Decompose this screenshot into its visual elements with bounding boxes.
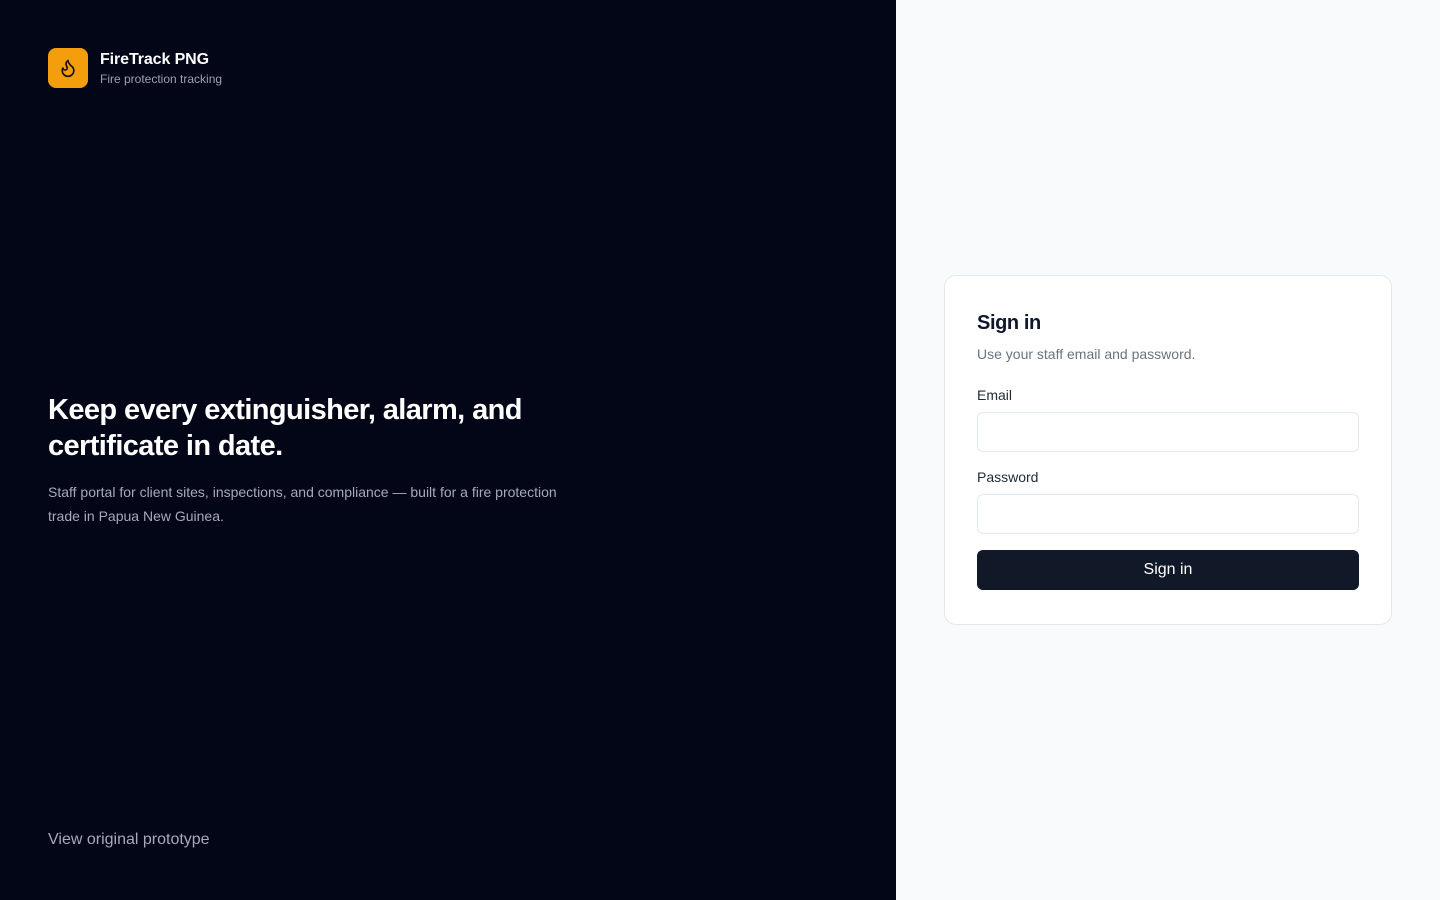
- email-field-group: Email: [977, 386, 1359, 452]
- email-label: Email: [977, 387, 1013, 403]
- hero-title: Keep every extinguisher, alarm, and cert…: [48, 394, 522, 462]
- brand-tagline: Fire protection tracking: [100, 72, 223, 86]
- password-field[interactable]: [977, 494, 1359, 534]
- brand-header: FireTrack PNG Fire protection tracking: [48, 48, 222, 88]
- sign-in-card: Sign in Use your staff email and passwor…: [944, 275, 1392, 625]
- password-label: Password: [977, 469, 1039, 485]
- brand-panel: FireTrack PNG Fire protection tracking K…: [0, 0, 896, 900]
- brand-name: FireTrack PNG: [100, 51, 209, 68]
- sign-in-subtitle: Use your staff email and password.: [977, 346, 1196, 362]
- login-panel: Sign in Use your staff email and passwor…: [896, 0, 1440, 900]
- login-page: FireTrack PNG Fire protection tracking K…: [0, 0, 1440, 900]
- logo: [48, 48, 88, 88]
- sign-in-title: Sign in: [977, 312, 1041, 334]
- hero-subtitle: Staff portal for client sites, inspectio…: [48, 484, 557, 524]
- email-field[interactable]: [977, 412, 1359, 452]
- view-prototype-link[interactable]: View original prototype: [48, 829, 210, 851]
- sign-in-button[interactable]: Sign in: [977, 550, 1359, 590]
- brand-text: FireTrack PNG Fire protection tracking: [100, 49, 222, 87]
- flame-icon: [61, 59, 75, 78]
- password-field-group: Password: [977, 468, 1359, 534]
- hero: Keep every extinguisher, alarm, and cert…: [48, 392, 568, 528]
